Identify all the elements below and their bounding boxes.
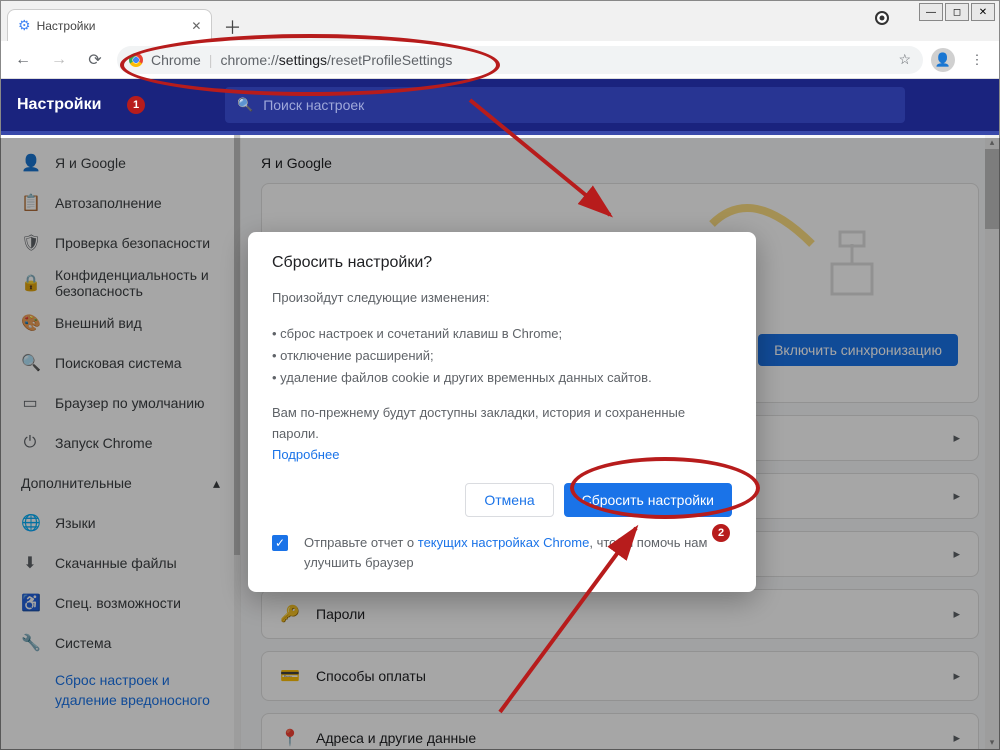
learn-more-link[interactable]: Подробнее xyxy=(272,447,339,462)
cancel-button[interactable]: Отмена xyxy=(465,483,553,517)
reset-button[interactable]: Сбросить настройки xyxy=(564,483,732,517)
report-row: ✓ Отправьте отчет о текущих настройках C… xyxy=(272,533,732,572)
settings-header: Настройки 1 🔍 xyxy=(1,79,999,135)
new-tab-button[interactable]: ＋ xyxy=(218,13,246,41)
minimize-button[interactable]: — xyxy=(919,3,943,21)
dialog-title: Сбросить настройки? xyxy=(272,254,732,272)
tab-title: Настройки xyxy=(37,19,96,33)
dialog-intro: Произойдут следующие изменения: xyxy=(272,288,732,309)
gear-icon: ⚙ xyxy=(18,17,31,34)
window-titlebar: ⚙ Настройки ✕ ＋ — ◻ ✕ xyxy=(1,1,999,41)
browser-tab[interactable]: ⚙ Настройки ✕ xyxy=(7,9,212,41)
address-bar[interactable]: Chrome | chrome://settings/resetProfileS… xyxy=(117,46,923,74)
kebab-menu-icon[interactable]: ⋮ xyxy=(963,46,991,74)
url-text: chrome://settings/resetProfileSettings xyxy=(220,52,452,68)
url-badge: Chrome xyxy=(151,52,201,68)
reset-settings-dialog: Сбросить настройки? Произойдут следующие… xyxy=(248,232,756,592)
maximize-button[interactable]: ◻ xyxy=(945,3,969,21)
browser-toolbar: ← → ⟳ Chrome | chrome://settings/resetPr… xyxy=(1,41,999,79)
annotation-badge-1: 1 xyxy=(127,96,145,114)
reload-button[interactable]: ⟳ xyxy=(81,46,109,74)
annotation-badge-2: 2 xyxy=(712,524,730,542)
forward-button[interactable]: → xyxy=(45,46,73,74)
current-settings-link[interactable]: текущих настройках Chrome xyxy=(418,535,590,550)
record-indicator-icon xyxy=(875,11,889,25)
close-window-button[interactable]: ✕ xyxy=(971,3,995,21)
close-tab-icon[interactable]: ✕ xyxy=(191,19,201,33)
chrome-icon xyxy=(129,53,143,67)
search-icon: 🔍 xyxy=(237,97,253,113)
report-checkbox[interactable]: ✓ xyxy=(272,535,288,551)
bookmark-icon[interactable]: ☆ xyxy=(898,51,911,68)
search-input[interactable] xyxy=(263,97,893,113)
back-button[interactable]: ← xyxy=(9,46,37,74)
settings-search[interactable]: 🔍 xyxy=(225,87,905,123)
page-title: Настройки xyxy=(17,96,117,114)
profile-avatar[interactable]: 👤 xyxy=(931,48,955,72)
